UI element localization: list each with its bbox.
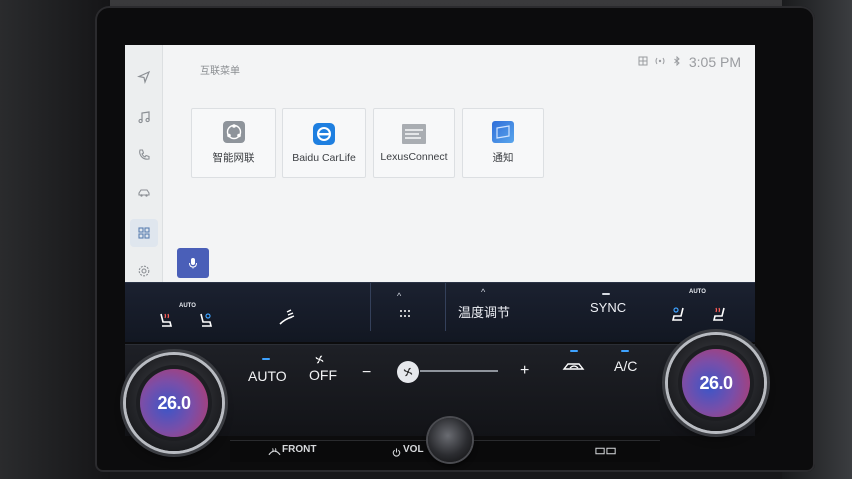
side-rail <box>125 45 163 290</box>
strip-divider <box>445 283 446 331</box>
gear-icon[interactable] <box>134 261 154 281</box>
volume-label: VOL <box>403 444 424 455</box>
seat-cooler-left-icon[interactable] <box>197 311 215 334</box>
music-note-icon[interactable] <box>134 107 154 127</box>
front-defrost-icon <box>268 444 281 462</box>
right-temperature-value: 26.0 <box>699 372 733 393</box>
notification-icon <box>492 121 514 143</box>
airflow-mode-icon[interactable] <box>277 307 297 332</box>
rear-defrost-icon[interactable] <box>595 443 617 461</box>
apps-grid-icon[interactable] <box>130 219 158 247</box>
wireless-icon <box>655 53 665 71</box>
fan-speed-knob[interactable] <box>397 361 419 383</box>
seat-heat-auto-label: AUTO <box>689 289 706 295</box>
right-temperature-dial[interactable]: 26.0 <box>668 335 764 431</box>
app-tile-lexusconnect[interactable]: LexusConnect <box>373 108 455 178</box>
left-temperature-dial[interactable]: 26.0 <box>126 355 222 451</box>
seat-cooler-right-icon[interactable] <box>669 305 687 328</box>
recirculation-icon[interactable] <box>562 358 586 379</box>
microphone-icon <box>189 258 197 269</box>
bluetooth-icon <box>672 53 682 71</box>
auto-climate-button[interactable]: AUTO <box>248 368 287 384</box>
climate-strip: AUTO ^ ^ 温度调节 SYNC AUTO <box>125 282 755 342</box>
clock: 3:05 PM <box>688 54 741 70</box>
volume-knob[interactable] <box>428 418 472 462</box>
app-tile-smart-connect[interactable]: 智能网联 <box>191 108 276 178</box>
fan-decrease-button[interactable]: − <box>362 364 371 382</box>
main-screen: 互联菜单 3:05 PM 智能网联 Baidu CarLife LexusCon… <box>125 45 755 290</box>
smart-connect-icon <box>222 121 245 143</box>
status-bar: 3:05 PM <box>638 53 741 71</box>
voice-assistant-button[interactable] <box>177 248 209 278</box>
chevron-up-icon[interactable]: ^ <box>481 287 485 297</box>
app-tile-carlife[interactable]: Baidu CarLife <box>282 108 366 178</box>
app-tile-notifications[interactable]: 通知 <box>462 108 544 178</box>
page-title: 互联菜单 <box>200 66 240 77</box>
signal-icon <box>638 53 648 71</box>
left-temperature-value: 26.0 <box>157 392 191 413</box>
seat-heater-left-icon[interactable] <box>157 311 175 334</box>
fan-speed-slider[interactable] <box>420 370 498 372</box>
phone-icon[interactable] <box>134 145 154 165</box>
chevron-up-icon[interactable]: ^ <box>397 291 401 301</box>
auto-indicator <box>262 358 270 360</box>
carlife-icon <box>313 122 335 145</box>
front-defrost-button[interactable]: FRONT <box>282 444 316 455</box>
navigation-icon[interactable] <box>134 67 154 87</box>
ac-button[interactable]: A/C <box>614 358 637 374</box>
sync-indicator <box>602 293 610 295</box>
temperature-control-title[interactable]: 温度调节 <box>458 302 510 321</box>
sync-button[interactable]: SYNC <box>590 300 626 315</box>
left-temperature-display: 26.0 <box>140 369 208 437</box>
left-dashboard <box>0 0 110 479</box>
app-label: 通知 <box>492 152 514 164</box>
ac-indicator <box>621 350 629 352</box>
recirculation-indicator <box>570 350 578 352</box>
seat-heater-right-icon[interactable] <box>710 305 728 328</box>
seat-heat-auto-label: AUTO <box>179 303 196 309</box>
app-label: 智能网联 <box>212 152 255 164</box>
fan-increase-button[interactable]: + <box>520 362 529 380</box>
app-label: Baidu CarLife <box>292 151 356 164</box>
grid-dots-icon[interactable] <box>399 307 411 325</box>
strip-divider <box>370 283 371 331</box>
fan-off-button[interactable]: OFF <box>309 367 337 383</box>
app-label: LexusConnect <box>380 150 448 163</box>
car-icon[interactable] <box>134 183 154 203</box>
lexusconnect-icon <box>402 123 426 144</box>
power-icon <box>392 444 401 462</box>
right-temperature-display: 26.0 <box>682 349 750 417</box>
fan-icon <box>403 367 413 377</box>
